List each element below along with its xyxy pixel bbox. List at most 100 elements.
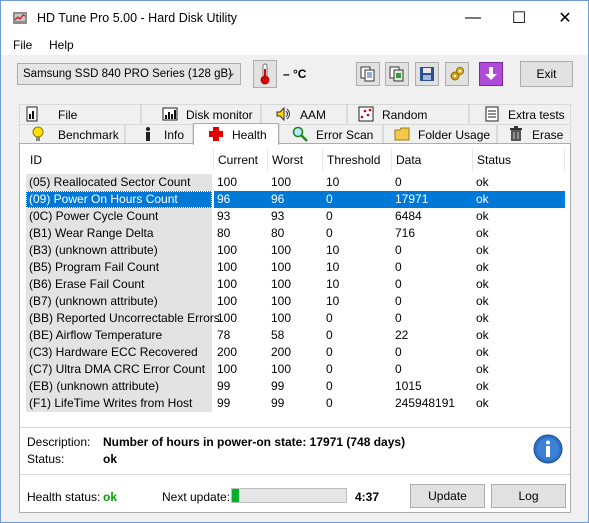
menu-file[interactable]: File: [13, 38, 32, 52]
tab-label: Disk monitor: [186, 108, 253, 122]
cell-threshold: 10: [326, 260, 340, 274]
table-row[interactable]: (C7) Ultra DMA CRC Error Count 100 100 0 0 ok: [26, 361, 565, 378]
cell-worst: 100: [271, 175, 292, 189]
cell-id: (B6) Erase Fail Count: [26, 276, 212, 293]
tab-disk-monitor[interactable]: Disk monitor: [141, 104, 261, 123]
thermometer-icon: [260, 63, 270, 85]
tab-file-benchmark[interactable]: File Benchmark: [19, 104, 141, 136]
save-button[interactable]: [415, 62, 439, 86]
options-button[interactable]: [445, 62, 469, 86]
title-bar[interactable]: HD Tune Pro 5.00 - Hard Disk Utility — ☐…: [1, 1, 588, 35]
cell-data: 245948191: [395, 396, 456, 410]
tab-info[interactable]: Info: [125, 124, 193, 143]
cell-worst: 80: [271, 226, 285, 240]
table-row[interactable]: (BE) Airflow Temperature 78 58 0 22 ok: [26, 327, 565, 344]
column-header-current[interactable]: Current: [214, 149, 268, 171]
random-access-icon: [358, 106, 374, 122]
table-row[interactable]: (BB) Reported Uncorrectable Errors 100 100…: [26, 310, 565, 327]
cell-current: 100: [217, 362, 238, 376]
file-benchmark-icon: [24, 106, 40, 122]
disk-monitor-icon: [162, 106, 178, 122]
divider: [20, 474, 570, 475]
table-row[interactable]: (09) Power On Hours Count 96 96 0 17971 ok: [26, 191, 565, 208]
update-button[interactable]: Update: [410, 484, 485, 508]
cell-threshold: 10: [326, 175, 340, 189]
cell-threshold: 0: [326, 396, 333, 410]
copy-icon: [360, 66, 375, 82]
health-status-value: ok: [103, 490, 118, 504]
table-row[interactable]: (B1) Wear Range Delta 80 80 0 716 ok: [26, 225, 565, 242]
cell-threshold: 0: [326, 362, 333, 376]
cell-current: 78: [217, 328, 231, 342]
drive-select[interactable]: Samsung SSD 840 PRO Series (128 gB) ⌄: [17, 63, 241, 85]
maximize-button[interactable]: ☐: [496, 1, 542, 35]
cell-worst: 58: [271, 328, 285, 342]
tab-label: Erase: [532, 128, 564, 142]
tab-health[interactable]: Health: [193, 123, 279, 145]
copy-text-button[interactable]: [356, 62, 380, 86]
column-header-worst[interactable]: Worst: [268, 149, 323, 171]
cell-status: ok: [476, 311, 489, 325]
table-row[interactable]: (0C) Power Cycle Count 93 93 0 6484 ok: [26, 208, 565, 225]
tab-label: AAM: [300, 108, 327, 122]
menu-bar: File Help: [1, 35, 588, 55]
cell-id: (C7) Ultra DMA CRC Error Count: [26, 361, 212, 378]
tab-label: Benchmark: [58, 128, 119, 142]
cell-status: ok: [476, 226, 489, 240]
cell-data: 0: [395, 362, 402, 376]
column-header-id[interactable]: ID: [26, 149, 214, 171]
update-progress-fill: [232, 489, 239, 502]
copy-info-button[interactable]: [385, 62, 409, 86]
tab-error-scan[interactable]: Error Scan: [279, 124, 383, 143]
table-row[interactable]: (05) Reallocated Sector Count 100 100 10 0 ok: [26, 174, 565, 191]
cell-current: 99: [217, 379, 231, 393]
cell-id: (BB) Reported Uncorrectable Errors: [26, 310, 220, 327]
column-header-status[interactable]: Status: [473, 149, 565, 171]
table-row[interactable]: (F1) LifeTime Writes from Host 99 99 0 24594…: [26, 395, 565, 412]
table-row[interactable]: (B3) (unknown attribute) 100 100 10 0 ok: [26, 242, 565, 259]
close-button[interactable]: ✕: [542, 1, 588, 35]
countdown: 4:37: [355, 490, 380, 504]
cell-status: ok: [476, 379, 489, 393]
minimize-button[interactable]: —: [450, 1, 496, 35]
health-cross-icon: [208, 126, 224, 142]
tab-benchmark[interactable]: Benchmark: [19, 124, 125, 143]
tab-erase[interactable]: Erase: [497, 124, 571, 143]
info-circle-icon[interactable]: [533, 434, 563, 464]
table-row[interactable]: (B6) Erase Fail Count 100 100 10 0 ok: [26, 276, 565, 293]
cell-threshold: 0: [326, 209, 333, 223]
cell-threshold: 10: [326, 243, 340, 257]
cell-current: 100: [217, 260, 238, 274]
cell-id: (B3) (unknown attribute): [26, 242, 212, 259]
tab-aam[interactable]: AAM: [261, 104, 347, 123]
log-button[interactable]: Log: [491, 484, 566, 508]
table-row[interactable]: (B5) Program Fail Count 100 100 10 0 ok: [26, 259, 565, 276]
cell-data: 0: [395, 311, 402, 325]
exit-button[interactable]: Exit: [520, 61, 573, 87]
tab-extra-tests[interactable]: Extra tests: [469, 104, 571, 123]
smart-table[interactable]: ID Current Worst Threshold Data Status (…: [26, 149, 565, 414]
download-button[interactable]: [479, 62, 503, 86]
table-row[interactable]: (B7) (unknown attribute) 100 100 10 0 ok: [26, 293, 565, 310]
status-label: Status:: [27, 452, 65, 466]
column-header-threshold[interactable]: Threshold: [323, 149, 392, 171]
cell-id: (BE) Airflow Temperature: [26, 327, 212, 344]
cell-id: (C3) Hardware ECC Recovered: [26, 344, 212, 361]
divider: [20, 427, 570, 428]
table-row[interactable]: (EB) (unknown attribute) 99 99 0 1015 ok: [26, 378, 565, 395]
tab-random-access[interactable]: Random Access: [347, 104, 469, 136]
table-row[interactable]: (C3) Hardware ECC Recovered 200 200 0 0 ok: [26, 344, 565, 361]
copy-info-icon: [389, 66, 404, 82]
cell-current: 100: [217, 243, 238, 257]
menu-help[interactable]: Help: [49, 38, 74, 52]
trash-icon: [508, 126, 524, 142]
folder-icon: [394, 126, 410, 142]
cell-current: 100: [217, 311, 238, 325]
cell-data: 1015: [395, 379, 422, 393]
cell-current: 96: [214, 191, 268, 208]
tab-folder-usage[interactable]: Folder Usage: [383, 124, 497, 143]
cell-id: (B5) Program Fail Count: [26, 259, 212, 276]
cell-threshold: 0: [326, 379, 333, 393]
tab-label: Folder Usage: [418, 128, 491, 142]
column-header-data[interactable]: Data: [392, 149, 473, 171]
